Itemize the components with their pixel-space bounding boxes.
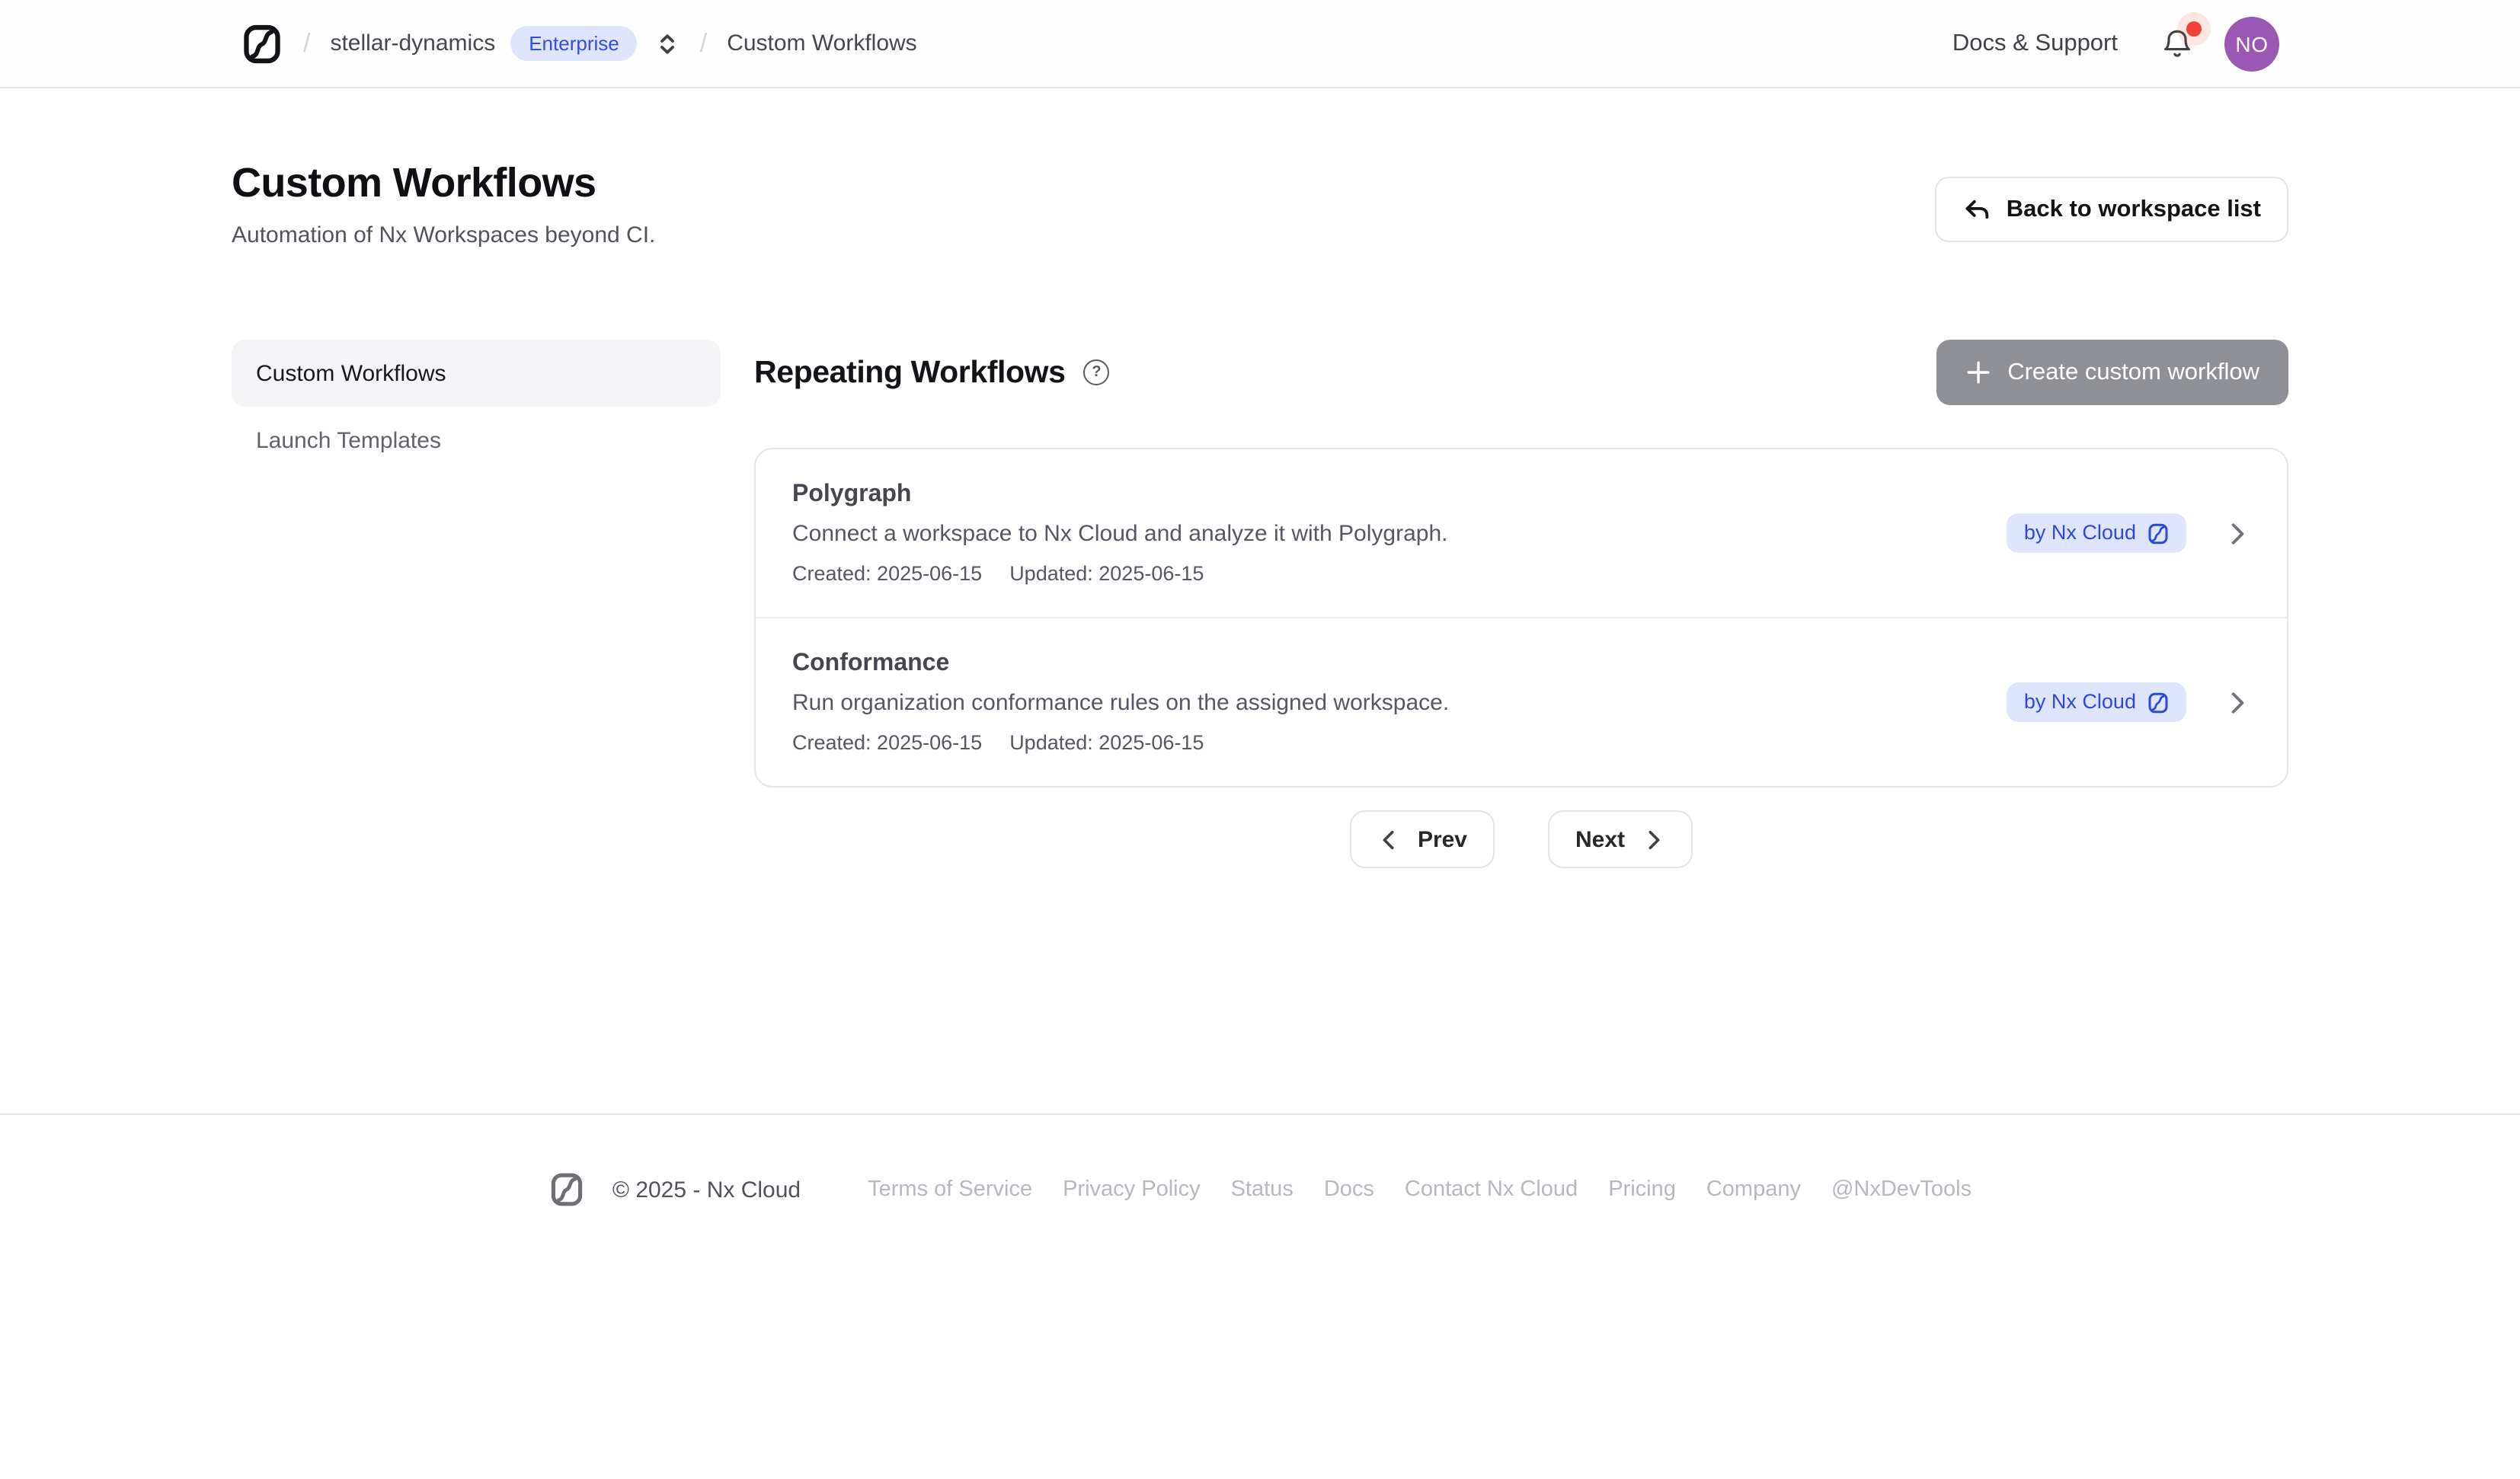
page-subtitle: Automation of Nx Workspaces beyond CI.	[232, 222, 655, 248]
back-to-workspace-list-button[interactable]: Back to workspace list	[1935, 177, 2288, 242]
footer-link-company[interactable]: Company	[1706, 1177, 1801, 1202]
next-page-button[interactable]: Next	[1548, 810, 1692, 868]
page-heading-block: Custom Workflows Automation of Nx Worksp…	[232, 160, 655, 248]
footer-link-docs[interactable]: Docs	[1324, 1177, 1374, 1202]
workflow-info: Polygraph Connect a workspace to Nx Clou…	[792, 481, 1447, 585]
help-icon[interactable]: ?	[1084, 359, 1110, 385]
workflows-card: Polygraph Connect a workspace to Nx Clou…	[754, 448, 2288, 787]
top-navbar: / stellar-dynamics Enterprise / Custom W…	[0, 0, 2520, 88]
chevron-left-icon	[1378, 828, 1401, 851]
footer-link-terms[interactable]: Terms of Service	[868, 1177, 1032, 1202]
footer-link-nxdevtools[interactable]: @NxDevTools	[1831, 1177, 1972, 1202]
back-button-label: Back to workspace list	[2007, 196, 2261, 223]
workflow-updated: Updated: 2025-06-15	[1009, 731, 1204, 754]
badge-label: by Nx Cloud	[2024, 521, 2136, 545]
sidebar-item-launch-templates[interactable]: Launch Templates	[232, 407, 721, 474]
workflow-name: Conformance	[792, 650, 1449, 678]
footer-link-contact[interactable]: Contact Nx Cloud	[1405, 1177, 1578, 1202]
workflow-created: Created: 2025-06-15	[792, 562, 982, 585]
workflow-row-conformance[interactable]: Conformance Run organization conformance…	[756, 617, 2287, 786]
workflow-description: Connect a workspace to Nx Cloud and anal…	[792, 521, 1447, 547]
notifications-bell-icon[interactable]	[2160, 27, 2194, 60]
next-label: Next	[1575, 826, 1625, 852]
page: / stellar-dynamics Enterprise / Custom W…	[0, 0, 2520, 1479]
by-nx-cloud-badge[interactable]: by Nx Cloud	[2007, 513, 2186, 553]
plus-icon	[1965, 359, 1991, 385]
section-title: Repeating Workflows	[754, 354, 1066, 391]
workflow-updated: Updated: 2025-06-15	[1009, 562, 1204, 585]
workflow-created: Created: 2025-06-15	[792, 731, 982, 754]
notification-dot	[2186, 21, 2202, 36]
create-custom-workflow-button[interactable]: Create custom workflow	[1936, 340, 2288, 405]
chevron-right-icon	[1642, 828, 1665, 851]
create-button-label: Create custom workflow	[2007, 359, 2259, 386]
page-title: Custom Workflows	[232, 160, 655, 207]
nx-cloud-logo-icon[interactable]	[241, 22, 283, 65]
sidebar-item-custom-workflows[interactable]: Custom Workflows	[232, 340, 721, 407]
workspace-switcher-icon[interactable]	[656, 31, 680, 56]
breadcrumb-page[interactable]: Custom Workflows	[727, 30, 917, 56]
breadcrumb-workspace[interactable]: stellar-dynamics	[330, 30, 495, 56]
breadcrumb-separator: /	[303, 28, 310, 59]
return-arrow-icon	[1962, 195, 1991, 224]
prev-page-button[interactable]: Prev	[1351, 810, 1495, 868]
chevron-right-icon[interactable]	[2224, 689, 2250, 715]
footer-link-pricing[interactable]: Pricing	[1608, 1177, 1676, 1202]
nx-cloud-mini-logo-icon	[2147, 691, 2170, 714]
prev-label: Prev	[1418, 826, 1467, 852]
badge-label: by Nx Cloud	[2024, 690, 2136, 714]
workflow-description: Run organization conformance rules on th…	[792, 690, 1449, 716]
workflow-info: Conformance Run organization conformance…	[792, 650, 1449, 754]
footer-nx-logo-icon	[548, 1171, 585, 1208]
footer: © 2025 - Nx Cloud Terms of Service Priva…	[0, 1113, 2520, 1208]
workflow-name: Polygraph	[792, 481, 1447, 509]
user-avatar[interactable]: NO	[2224, 16, 2279, 71]
docs-support-link[interactable]: Docs & Support	[1952, 30, 2118, 57]
breadcrumb-separator: /	[700, 28, 707, 59]
copyright-text: © 2025 - Nx Cloud	[612, 1177, 801, 1203]
chevron-right-icon[interactable]	[2224, 520, 2250, 546]
workflow-row-polygraph[interactable]: Polygraph Connect a workspace to Nx Clou…	[756, 449, 2287, 617]
footer-link-privacy[interactable]: Privacy Policy	[1063, 1177, 1201, 1202]
footer-link-status[interactable]: Status	[1231, 1177, 1294, 1202]
settings-sidebar: Custom Workflows Launch Templates	[232, 340, 721, 868]
pagination: Prev Next	[754, 810, 2288, 868]
nx-cloud-mini-logo-icon	[2147, 522, 2170, 545]
footer-links: Terms of Service Privacy Policy Status D…	[868, 1177, 1972, 1202]
plan-badge: Enterprise	[510, 26, 638, 61]
by-nx-cloud-badge[interactable]: by Nx Cloud	[2007, 682, 2186, 722]
